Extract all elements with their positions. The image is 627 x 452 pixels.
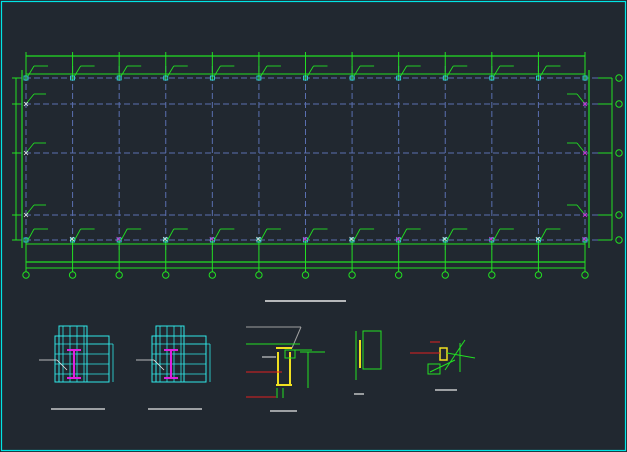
connection-box [427, 363, 441, 375]
grid-bubble-column [255, 271, 263, 279]
gusset-plate [439, 347, 448, 361]
brace-green [444, 339, 466, 371]
brace-green [429, 359, 456, 373]
grid-bubble-column [208, 271, 217, 279]
grid-bubble-column [534, 271, 543, 279]
leader-bottom [167, 228, 175, 241]
leader-bottom [540, 228, 547, 241]
grid-bubble-column [441, 271, 449, 279]
grid-bubble-column [115, 271, 123, 279]
leader-bottom [27, 228, 35, 241]
grid-bubble-column [581, 271, 589, 279]
grid-bubble-column [348, 271, 356, 279]
grid-bubble-column [488, 271, 496, 279]
leader-bottom [213, 228, 221, 241]
section-outline [362, 330, 382, 370]
framing-plan [12, 52, 623, 279]
drawing-frame [0, 0, 627, 452]
drawing-canvas[interactable] [0, 0, 627, 452]
base-plate-detail-2 [136, 325, 211, 410]
leader-bottom [400, 228, 408, 241]
beam-outline [291, 326, 302, 349]
grid-bubble-row [615, 74, 623, 82]
leader-bottom [307, 228, 314, 241]
grid-bubble-column [162, 271, 170, 279]
cad-model-viewport[interactable] [0, 0, 627, 452]
brace-green [446, 352, 476, 359]
grid-bubble-column [301, 271, 310, 279]
leader-bottom [493, 228, 501, 241]
column-beam-connection [246, 326, 325, 412]
leader-bottom [446, 228, 454, 241]
grid-bubble-row [615, 149, 623, 157]
grid-bubble-row [615, 236, 623, 244]
leader-bottom [260, 228, 268, 241]
brace-gusset [410, 339, 476, 391]
grid-bubble-column [68, 271, 77, 279]
leader-bottom [353, 228, 361, 241]
base-plate-detail-1 [39, 325, 114, 410]
detail-drawings [39, 325, 476, 412]
stiffener-section [354, 330, 382, 395]
leader-bottom [74, 228, 81, 241]
grid-bubble-row [615, 211, 623, 219]
grid-bubble-row [615, 100, 623, 108]
grid-bubble-column [22, 271, 30, 279]
leader-bottom [120, 228, 128, 241]
grid-bubble-column [394, 271, 403, 279]
